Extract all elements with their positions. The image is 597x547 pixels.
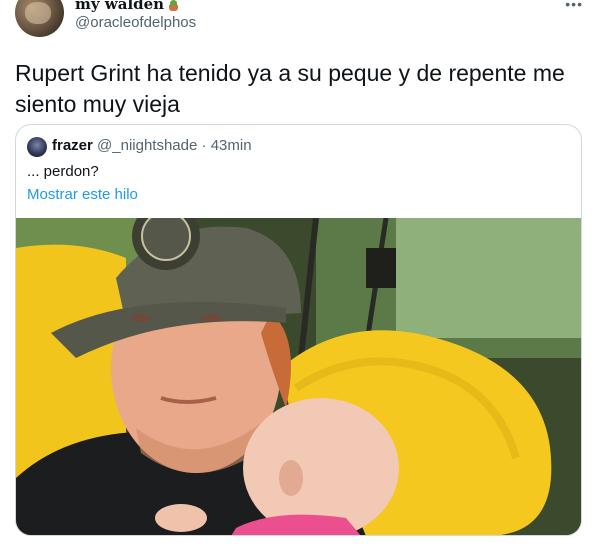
quoted-separator: · (201, 137, 207, 154)
show-thread-link[interactable]: Mostrar este hilo (27, 186, 138, 203)
quoted-tweet-photo[interactable] (16, 218, 581, 535)
quoted-tweet-card[interactable]: frazer @_niightshade · 43min ... perdon?… (15, 124, 582, 536)
quoted-author-name: frazer (52, 137, 93, 154)
more-dots-icon[interactable]: ••• (565, 0, 583, 12)
quoted-tweet-text: ... perdon? (27, 163, 99, 180)
quoted-author-avatar (27, 137, 47, 157)
author-name-text: my walden (75, 0, 165, 13)
quoted-author-handle: @_niightshade (97, 137, 198, 154)
quoted-tweet-header: frazer @_niightshade · 43min (52, 137, 252, 154)
author-avatar[interactable] (15, 0, 64, 37)
author-display-name[interactable]: my walden (75, 0, 179, 13)
author-handle[interactable]: @oracleofdelphos (75, 14, 196, 31)
quoted-timestamp[interactable]: 43min (211, 137, 252, 154)
tweet-text: Rupert Grint ha tenido ya a su peque y d… (15, 60, 565, 117)
potted-plant-icon (168, 0, 179, 11)
photo-illustration (16, 218, 581, 535)
